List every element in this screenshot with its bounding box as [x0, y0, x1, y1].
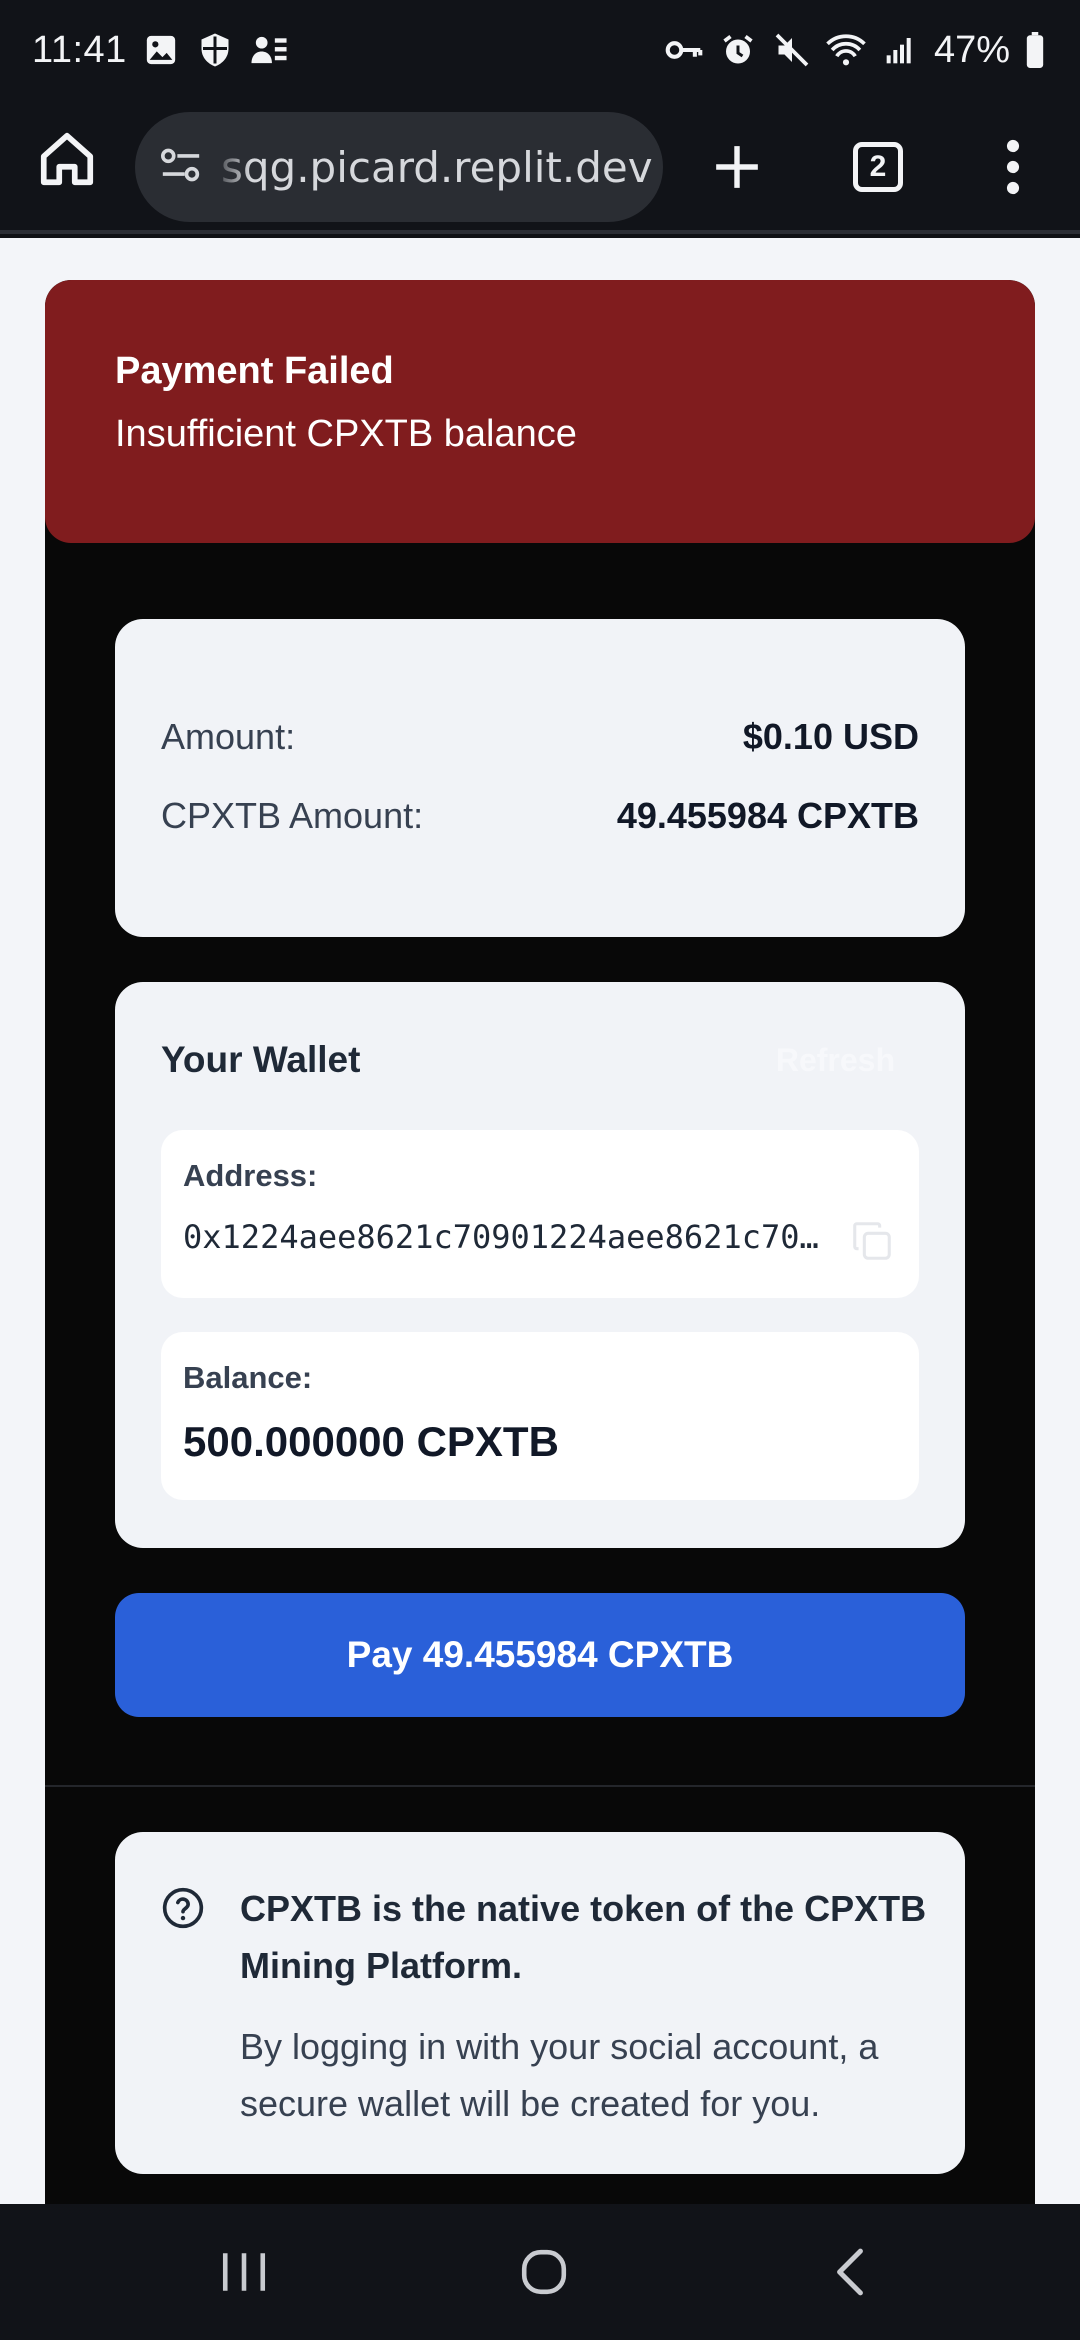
recent-apps-button[interactable] — [212, 2240, 276, 2304]
url-fade — [211, 112, 251, 222]
key-icon — [664, 30, 704, 70]
status-bar: 11:41 47% — [0, 0, 1080, 100]
refresh-button[interactable]: Refresh — [776, 1042, 895, 1079]
shield-icon — [195, 30, 235, 70]
address-label: Address: — [183, 1158, 318, 1193]
url-text: sqg.picard.replit.dev — [221, 142, 653, 192]
divider — [45, 1785, 1035, 1787]
signal-icon — [880, 30, 920, 70]
cpxtb-amount-row: CPXTB Amount: 49.455984 CPXTB — [161, 795, 919, 837]
mute-icon — [772, 30, 812, 70]
back-chevron-icon — [837, 2248, 863, 2296]
battery-icon — [1024, 30, 1046, 70]
amount-value: $0.10 USD — [742, 716, 919, 757]
web-page: Payment Failed Insufficient CPXTB balanc… — [0, 238, 1080, 2204]
amount-row: Amount: $0.10 USD — [161, 716, 919, 758]
battery-percent: 47% — [933, 28, 1010, 71]
contacts-icon — [249, 30, 289, 70]
wallet-panel: Your Wallet Refresh Address: 0x1224aee86… — [115, 982, 965, 1548]
balance-field: Balance: 500.000000 CPXTB — [161, 1332, 919, 1500]
recent-apps-icon — [222, 2253, 266, 2291]
cpxtb-amount-value: 49.455984 CPXTB — [616, 795, 919, 836]
error-alert: Payment Failed Insufficient CPXTB balanc… — [45, 280, 1035, 543]
info-heading: CPXTB is the native token of the CPXTB M… — [240, 1888, 927, 1986]
home-icon — [40, 132, 94, 186]
url-pill[interactable]: sqg.picard.replit.dev — [135, 112, 663, 222]
home-button[interactable] — [36, 128, 98, 190]
back-button[interactable] — [818, 2240, 882, 2304]
wifi-icon — [826, 30, 866, 70]
tab-count: 2 — [853, 142, 903, 192]
wallet-title: Your Wallet — [161, 1039, 361, 1080]
balance-value: 500.000000 CPXTB — [183, 1418, 559, 1465]
address-bar[interactable]: sqg.picard.replit.dev — [135, 100, 663, 234]
balance-label: Balance: — [183, 1360, 313, 1395]
copy-address-button[interactable] — [849, 1218, 895, 1264]
info-body: By logging in with your social account, … — [240, 2026, 879, 2124]
alert-message: Insufficient CPXTB balance — [115, 413, 577, 455]
pay-button[interactable]: Pay 49.455984 CPXTB — [115, 1593, 965, 1717]
tab-switcher-button[interactable]: 2 — [845, 134, 911, 200]
plus-icon — [716, 146, 758, 188]
status-time: 11:41 — [32, 28, 127, 71]
browser-toolbar: sqg.picard.replit.dev 2 — [0, 100, 1080, 234]
info-panel: CPXTB is the native token of the CPXTB M… — [115, 1832, 965, 2174]
new-tab-button[interactable] — [704, 134, 770, 200]
image-icon — [141, 30, 181, 70]
wallet-address: 0x1224aee8621c70901224aee8621c70901224ae… — [183, 1218, 833, 1256]
alarm-icon — [718, 30, 758, 70]
help-circle-icon — [161, 1886, 205, 1930]
status-right: 47% — [664, 29, 1046, 72]
browser-menu-button[interactable] — [980, 134, 1046, 200]
payment-card: Payment Failed Insufficient CPXTB balanc… — [45, 280, 1035, 2204]
cpxtb-amount-label: CPXTB Amount: — [161, 795, 424, 836]
address-field: Address: 0x1224aee8621c70901224aee8621c7… — [161, 1130, 919, 1298]
alert-title: Payment Failed — [115, 350, 394, 392]
status-left: 11:41 — [32, 29, 289, 72]
copy-icon — [853, 1222, 891, 1260]
nav-home-button[interactable] — [512, 2240, 576, 2304]
amount-label: Amount: — [161, 716, 296, 757]
site-settings-icon[interactable] — [159, 145, 203, 190]
more-vert-icon — [1006, 139, 1020, 195]
home-circle-icon — [521, 2249, 567, 2295]
amount-summary: Amount: $0.10 USD CPXTB Amount: 49.45598… — [115, 619, 965, 937]
system-nav-bar — [0, 2204, 1080, 2340]
